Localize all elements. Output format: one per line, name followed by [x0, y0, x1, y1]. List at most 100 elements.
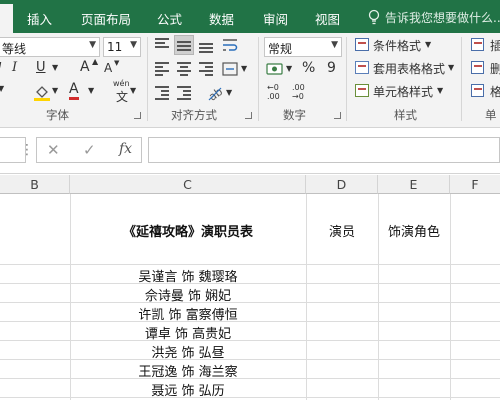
font-dialog-launcher-icon[interactable]	[134, 112, 141, 119]
cell-e-role-header[interactable]: 饰演角色	[378, 221, 450, 240]
number-dialog-launcher-icon[interactable]	[334, 112, 341, 119]
font-group-label: 字体	[46, 108, 69, 122]
chevron-down-icon[interactable]: ▼	[425, 40, 431, 49]
tab-data[interactable]: 数据	[209, 9, 234, 28]
font-color-button[interactable]: A	[69, 81, 79, 100]
align-left-icon[interactable]	[155, 62, 169, 76]
font-name-dropdown[interactable]: 等线 ▼	[0, 37, 100, 57]
italic-button[interactable]: I	[0, 60, 1, 74]
bottom-align-icon[interactable]	[199, 43, 213, 57]
alignment-dialog-launcher-icon[interactable]	[245, 112, 252, 119]
align-center-icon[interactable]	[177, 62, 191, 76]
cell-styles-icon	[355, 84, 369, 97]
shrink-arrow-icon: ▼	[114, 59, 120, 67]
formula-buttons: ✕ ✓ fx	[36, 137, 142, 163]
percent-button[interactable]: %	[302, 60, 315, 76]
format-cells-button[interactable]: 格	[490, 83, 500, 100]
increase-decimal-button[interactable]: ←0 .00	[267, 83, 289, 101]
format-as-table-button[interactable]: 套用表格格式	[373, 60, 445, 77]
delete-cells-icon	[471, 61, 484, 74]
font-name-value: 等线	[2, 42, 27, 56]
column-header-c[interactable]: C	[70, 175, 306, 194]
chevron-down-icon[interactable]: ▼	[88, 86, 94, 95]
cell-c-title[interactable]: 《延禧攻略》演职员表	[70, 221, 306, 240]
cell-styles-button[interactable]: 单元格样式	[373, 83, 433, 100]
formula-bar: ⋮ ✕ ✓ fx	[0, 129, 500, 174]
chevron-down-icon[interactable]: ▼	[448, 63, 454, 72]
lightbulb-icon	[368, 9, 380, 25]
comma-style-button[interactable]: 9	[327, 60, 336, 76]
cell-c-row[interactable]: 洪尧 饰 弘昼	[70, 342, 306, 361]
chevron-down-icon[interactable]: ▼	[130, 86, 136, 95]
phonetic-guide-button[interactable]: 文	[116, 88, 128, 105]
tell-me-search[interactable]: 告诉我您想要做什么...	[385, 9, 500, 26]
cell-c-row[interactable]: 许凯 饰 富察傅恒	[70, 304, 306, 323]
insert-cells-button[interactable]: 插	[490, 37, 500, 54]
insert-function-button[interactable]: fx	[119, 141, 132, 157]
cell-c-row[interactable]: 吴谨言 饰 魏璎珞	[70, 266, 306, 285]
gridline	[0, 264, 500, 265]
increase-indent-icon[interactable]	[177, 86, 191, 100]
group-divider	[258, 37, 259, 121]
tab-view[interactable]: 视图	[315, 9, 340, 28]
chevron-down-icon[interactable]: ▼	[52, 86, 58, 95]
chevron-down-icon[interactable]: ▼	[0, 84, 4, 93]
format-cells-icon	[471, 84, 484, 97]
column-header-f[interactable]: F	[450, 175, 500, 194]
gridline	[450, 194, 451, 400]
font-size-value: 11	[107, 40, 123, 54]
chevron-down-icon[interactable]: ▼	[286, 64, 292, 73]
column-header-b[interactable]: B	[0, 175, 70, 194]
worksheet-grid: B C D E F 《延禧攻略》演职员表 演员 饰演角色 吴谨言 饰 魏璎珞 佘…	[0, 175, 500, 400]
alignment-group-label: 对齐方式	[171, 108, 217, 122]
cell-d-actor-header[interactable]: 演员	[306, 221, 378, 240]
tab-page-layout[interactable]: 页面布局	[81, 9, 131, 28]
delete-cells-button[interactable]: 删	[490, 60, 500, 77]
number-format-value: 常规	[268, 42, 293, 56]
tab-review[interactable]: 审阅	[263, 9, 288, 28]
top-align-icon[interactable]	[155, 38, 169, 52]
more-options-icon[interactable]: ⋮	[20, 142, 34, 158]
decrease-indent-icon[interactable]	[155, 86, 169, 100]
wrap-text-icon[interactable]	[222, 37, 238, 53]
italic-button-2[interactable]: I	[12, 60, 17, 75]
column-header-d[interactable]: D	[306, 175, 378, 194]
group-divider	[346, 37, 347, 121]
underline-button[interactable]: U	[36, 60, 46, 75]
chevron-down-icon[interactable]: ▼	[437, 86, 443, 95]
chevron-down-icon[interactable]: ▼	[52, 63, 58, 72]
cell-c-row[interactable]: 谭卓 饰 高贵妃	[70, 323, 306, 342]
group-divider	[461, 37, 462, 121]
conditional-formatting-button[interactable]: 条件格式	[373, 37, 421, 54]
align-right-icon[interactable]	[199, 62, 213, 76]
chevron-down-icon[interactable]: ▼	[241, 64, 247, 73]
group-divider	[147, 37, 148, 121]
column-header-e[interactable]: E	[378, 175, 450, 194]
cell-c-row[interactable]: 王冠逸 饰 海兰察	[70, 361, 306, 380]
merge-center-icon[interactable]	[222, 61, 238, 77]
font-size-dropdown[interactable]: 11 ▼	[103, 37, 141, 57]
number-format-dropdown[interactable]: 常规 ▼	[264, 37, 342, 57]
grow-arrow-icon: ▲	[92, 57, 99, 66]
number-group-label: 数字	[283, 108, 306, 122]
cell-c-row[interactable]: 聂远 饰 弘历	[70, 380, 306, 399]
orientation-icon[interactable]: ab	[206, 84, 224, 102]
chevron-down-icon[interactable]: ▼	[226, 88, 232, 97]
fill-color-icon[interactable]	[33, 83, 51, 101]
chevron-down-icon: ▼	[130, 40, 137, 50]
shrink-font-button[interactable]: A	[104, 61, 112, 75]
chevron-down-icon: ▼	[89, 40, 96, 50]
grow-font-button[interactable]: A	[80, 59, 90, 75]
tab-formulas[interactable]: 公式	[157, 9, 182, 28]
styles-group-label: 样式	[394, 108, 417, 122]
home-tab-edge[interactable]	[0, 4, 13, 33]
formula-input[interactable]	[148, 137, 500, 163]
cancel-button[interactable]: ✕	[47, 141, 60, 159]
decrease-decimal-button[interactable]: .00 →0	[292, 83, 314, 101]
ribbon: 等线 ▼ 11 ▼ I I U ▼ A ▲ A ▼ ▼ ▼ A ▼ wén 文 …	[0, 33, 500, 128]
cell-c-row[interactable]: 佘诗曼 饰 娴妃	[70, 285, 306, 304]
tab-insert[interactable]: 插入	[27, 9, 52, 28]
currency-icon[interactable]	[266, 61, 284, 77]
phonetic-wen-label: wén	[113, 79, 130, 88]
enter-button[interactable]: ✓	[83, 141, 96, 159]
